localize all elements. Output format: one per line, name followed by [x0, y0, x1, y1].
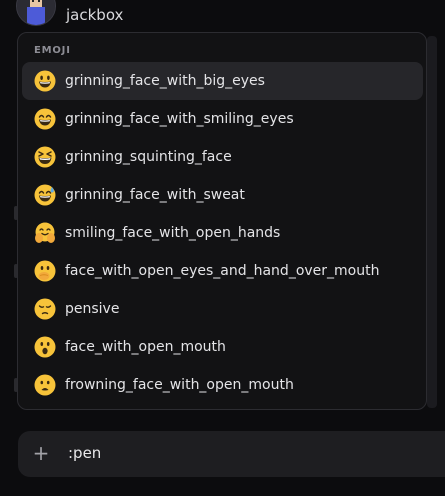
grinning-face-with-sweat-icon	[34, 184, 56, 206]
frowning-face-with-open-mouth-icon	[34, 374, 56, 396]
chat-header-row: jackbox	[0, 0, 445, 30]
emoji-option[interactable]: face_with_open_eyes_and_hand_over_mouth	[22, 252, 423, 290]
emoji-option[interactable]: grinning_face_with_smiling_eyes	[22, 100, 423, 138]
plus-icon[interactable]: +	[32, 441, 50, 465]
grinning-face-with-smiling-eyes-icon	[34, 108, 56, 130]
emoji-option-label: grinning_face_with_smiling_eyes	[65, 111, 294, 127]
pensive-icon	[34, 298, 56, 320]
emoji-option-label: frowning_face_with_open_mouth	[65, 377, 294, 393]
emoji-option-label: face_with_open_eyes_and_hand_over_mouth	[65, 263, 380, 279]
popup-header: EMOJI	[34, 45, 71, 56]
emoji-option[interactable]: grinning_face_with_sweat	[22, 176, 423, 214]
avatar[interactable]	[16, 0, 56, 26]
emoji-option[interactable]: grinning_squinting_face	[22, 138, 423, 176]
emoji-option-label: grinning_face_with_sweat	[65, 187, 245, 203]
emoji-option[interactable]: face_with_open_mouth	[22, 328, 423, 366]
emoji-option-label: smiling_face_with_open_hands	[65, 225, 281, 241]
face-with-open-mouth-icon	[34, 336, 56, 358]
message-composer: + :pen	[18, 431, 445, 477]
smiling-face-with-open-hands-icon	[34, 222, 56, 244]
message-input[interactable]: :pen	[68, 444, 101, 462]
emoji-option[interactable]: smiling_face_with_open_hands	[22, 214, 423, 252]
emoji-option[interactable]: frowning_face_with_open_mouth	[22, 366, 423, 404]
face-with-open-eyes-and-hand-over-mouth-icon	[34, 260, 56, 282]
emoji-option[interactable]: grinning_face_with_big_eyes	[22, 62, 423, 100]
username: jackbox	[66, 6, 124, 24]
grinning-squinting-face-icon	[34, 146, 56, 168]
background-scrollbar[interactable]	[427, 36, 437, 408]
grinning-face-with-big-eyes-icon	[34, 70, 56, 92]
emoji-option-label: grinning_squinting_face	[65, 149, 232, 165]
emoji-option-label: face_with_open_mouth	[65, 339, 226, 355]
emoji-option[interactable]: pensive	[22, 290, 423, 328]
emoji-list: grinning_face_with_big_eyes grinning_fac…	[22, 62, 423, 404]
emoji-autocomplete-popup: EMOJI grinning_face_with_big_eyes grinni…	[17, 32, 427, 410]
emoji-option-label: grinning_face_with_big_eyes	[65, 73, 265, 89]
emoji-option-label: pensive	[65, 301, 120, 317]
